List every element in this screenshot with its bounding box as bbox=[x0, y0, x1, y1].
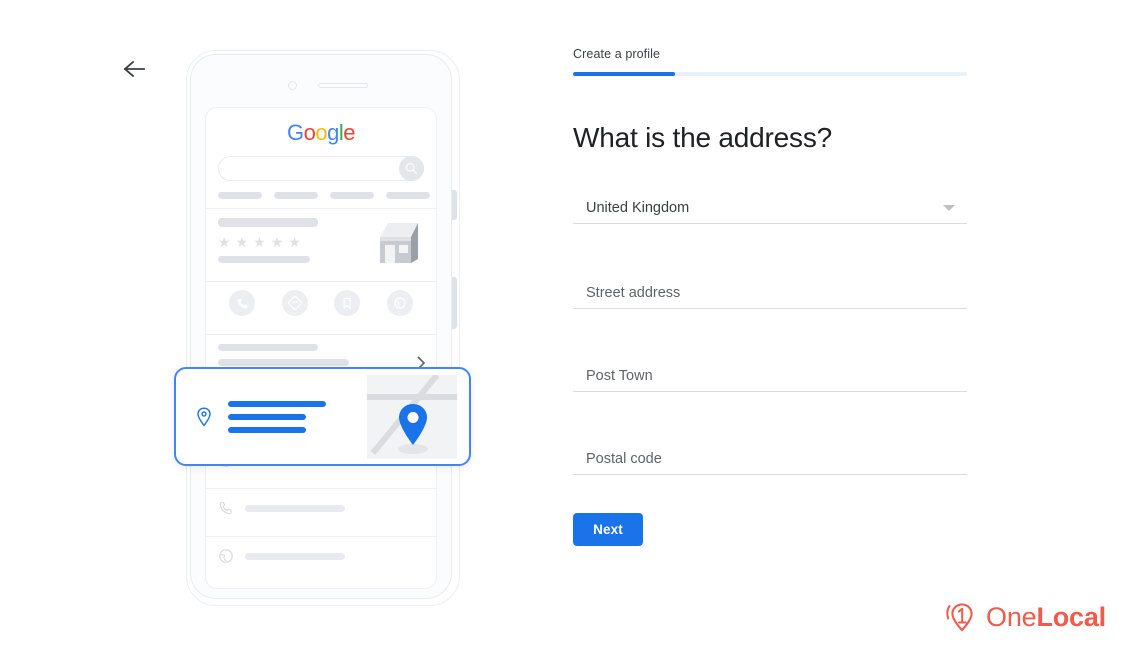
street-address-placeholder: Street address bbox=[586, 285, 681, 301]
phone-icon bbox=[237, 298, 248, 309]
website-action-button[interactable] bbox=[386, 290, 413, 316]
onelocal-wordmark: OneLocal bbox=[986, 601, 1106, 632]
address-line bbox=[228, 413, 306, 420]
create-profile-form: Create a profile What is the address? Un… bbox=[573, 47, 967, 546]
phone-mockup: Google ★ ★ ★ ★ ★ bbox=[174, 42, 474, 612]
filter-chip[interactable] bbox=[274, 192, 318, 199]
phone-frame: Google ★ ★ ★ ★ ★ bbox=[190, 54, 457, 599]
step-label: Create a profile bbox=[573, 47, 661, 61]
google-logo-letter-6: e bbox=[343, 120, 355, 145]
phone-speaker-icon bbox=[318, 83, 368, 88]
action-button-row bbox=[206, 282, 436, 325]
onelocal-pin-icon bbox=[946, 603, 973, 632]
filter-chip[interactable] bbox=[386, 192, 430, 199]
arrow-left-icon bbox=[123, 60, 145, 78]
star-icon: ★ bbox=[235, 234, 249, 250]
directions-action-button[interactable] bbox=[281, 290, 308, 316]
onelocal-name-light: One bbox=[986, 601, 1037, 632]
google-logo-letter-1: G bbox=[286, 120, 304, 145]
onelocal-name-bold: Local bbox=[1036, 601, 1106, 632]
filter-chip[interactable] bbox=[218, 192, 262, 199]
progress-bar-fill bbox=[573, 72, 676, 76]
country-select[interactable]: United Kingdom bbox=[573, 189, 967, 224]
info-placeholder-line bbox=[218, 344, 318, 351]
next-button[interactable]: Next bbox=[573, 513, 643, 546]
search-icon bbox=[405, 162, 418, 175]
onelocal-logo: OneLocal bbox=[944, 600, 1106, 634]
info-placeholder-line bbox=[218, 359, 349, 366]
postal-code-placeholder: Postal code bbox=[586, 451, 662, 467]
directions-icon bbox=[287, 296, 302, 310]
star-icon: ★ bbox=[218, 234, 231, 250]
phone-placeholder bbox=[245, 504, 345, 512]
business-summary: ★ ★ ★ ★ ★ bbox=[206, 209, 436, 272]
street-address-input[interactable]: Street address bbox=[573, 274, 967, 309]
google-logo-letter-2: o bbox=[303, 120, 316, 145]
business-name-placeholder bbox=[218, 218, 318, 227]
address-card-highlight[interactable] bbox=[174, 367, 471, 466]
business-category-placeholder bbox=[218, 256, 310, 263]
map-thumbnail[interactable] bbox=[367, 374, 457, 459]
star-icon: ★ bbox=[288, 234, 301, 250]
google-logo: Google bbox=[206, 122, 436, 144]
star-icon: ★ bbox=[253, 234, 266, 250]
website-row[interactable] bbox=[206, 537, 436, 575]
post-town-placeholder: Post Town bbox=[586, 368, 653, 384]
back-button[interactable] bbox=[114, 53, 156, 85]
phone-screen: Google ★ ★ ★ ★ ★ bbox=[205, 107, 437, 589]
filter-chip[interactable] bbox=[330, 192, 374, 199]
address-placeholder-lines bbox=[228, 394, 361, 440]
website-placeholder bbox=[245, 552, 345, 560]
postal-code-input[interactable]: Postal code bbox=[573, 440, 967, 475]
page-title: What is the address? bbox=[573, 122, 833, 153]
filter-chip-row bbox=[218, 192, 436, 199]
progress-bar bbox=[573, 72, 967, 76]
country-select-value: United Kingdom bbox=[586, 200, 690, 216]
search-input[interactable] bbox=[218, 156, 424, 181]
location-pin-outline-icon bbox=[197, 406, 211, 426]
phone-camera-icon bbox=[288, 81, 297, 90]
website-icon bbox=[394, 297, 406, 309]
phone-row[interactable] bbox=[206, 489, 436, 527]
google-logo-letter-3: o bbox=[315, 120, 328, 145]
post-town-input[interactable]: Post Town bbox=[573, 357, 967, 392]
storefront-icon bbox=[380, 223, 418, 263]
call-action-button[interactable] bbox=[229, 290, 256, 316]
map-graphic bbox=[367, 374, 457, 459]
address-line bbox=[228, 400, 326, 407]
address-line bbox=[228, 426, 306, 433]
phone-side-button-bottom bbox=[452, 277, 457, 329]
star-icon: ★ bbox=[270, 234, 284, 250]
globe-icon bbox=[219, 549, 233, 563]
phone-side-button-top bbox=[452, 190, 457, 220]
search-button[interactable] bbox=[399, 156, 424, 181]
phone-icon bbox=[219, 501, 232, 515]
google-logo-letter-4: g bbox=[327, 120, 339, 145]
save-action-button[interactable] bbox=[334, 290, 361, 316]
chevron-down-icon[interactable] bbox=[943, 205, 955, 211]
bookmark-icon bbox=[343, 297, 351, 309]
